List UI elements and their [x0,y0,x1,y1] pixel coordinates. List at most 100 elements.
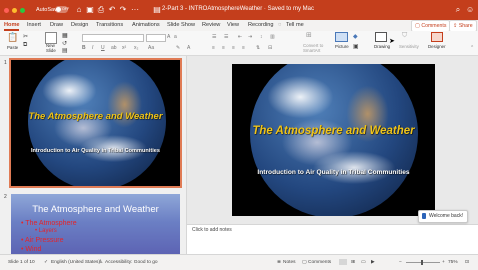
save-icon[interactable]: ▣ [86,6,94,14]
close-window-button[interactable] [4,8,9,13]
decrease-indent-icon[interactable]: ⇤ [238,34,242,40]
comments-status-icon[interactable]: ▢ [302,260,307,265]
shapes-icon[interactable]: ◆ [353,33,358,41]
slide-subtitle[interactable]: Introduction to Air Quality in Tribal Co… [232,169,435,176]
drawing-button[interactable]: Drawing [374,44,390,49]
justify-icon[interactable]: ≡ [242,45,245,51]
numbering-icon[interactable]: ☰ [224,34,228,40]
tab-recording[interactable]: Recording [248,20,274,31]
search-icon[interactable]: ⌕ [454,6,462,14]
document-icon: ▤ [153,5,161,14]
slide-number: 2 [4,194,7,200]
accessibility-status[interactable]: Accessibility: Good to go [105,260,158,265]
clipboard-icon[interactable]: 📋 [7,33,18,43]
italic-icon[interactable]: I [92,45,93,51]
collapse-ribbon-icon[interactable]: ⌃ [470,45,474,51]
tab-transitions[interactable]: Transitions [96,20,123,31]
redo-icon[interactable]: ↷ [119,6,127,14]
tab-draw[interactable]: Draw [50,20,63,31]
drawing-icon[interactable] [375,32,387,42]
zoom-in-icon[interactable]: + [442,260,445,265]
sensitivity-icon[interactable]: ⛉ [402,32,407,40]
columns-icon[interactable]: ▥ [270,34,275,40]
slide-thumbnail-1[interactable]: The Atmosphere and Weather Introduction … [9,58,182,188]
font-name-field[interactable] [82,34,144,42]
section-icon[interactable]: ▤ [62,47,68,55]
underline-icon[interactable]: U [101,45,105,51]
designer-icon[interactable] [431,32,443,42]
slide-sorter-icon[interactable]: ⊞ [351,260,355,265]
layout-icon[interactable]: ▦ [62,32,68,40]
undo-icon[interactable]: ↶ [108,6,116,14]
tab-animations[interactable]: Animations [132,20,160,31]
subscript-icon[interactable]: x² [122,45,126,51]
zoom-slider-thumb[interactable] [421,260,423,265]
tab-slide-show[interactable]: Slide Show [167,20,195,31]
autosave-state: OFF [62,7,70,11]
increase-indent-icon[interactable]: ⇥ [248,34,252,40]
tab-view[interactable]: View [227,20,239,31]
slide-title[interactable]: The Atmosphere and Weather [232,125,435,137]
fit-slide-icon[interactable]: ⊡ [465,260,469,265]
tab-review[interactable]: Review [202,20,220,31]
paste-button[interactable]: Paste [7,45,18,50]
earth-image [250,64,418,216]
language-indicator[interactable]: English (United States) [51,260,100,265]
slideshow-icon[interactable]: ▶ [371,260,375,265]
slide-thumbnail-2[interactable]: The Atmosphere and Weather • The Atmosph… [11,194,180,256]
sensitivity-button[interactable]: Sensitivity [399,44,419,49]
accessibility-icon[interactable]: ♿ [99,260,103,265]
comments-status-button[interactable]: Comments [308,260,331,265]
picture-icon[interactable] [335,32,348,42]
superscript-icon[interactable]: x₂ [134,45,138,51]
convert-smartart-button[interactable]: Convert to SmartArt [303,43,323,53]
align-right-icon[interactable]: ≡ [232,45,235,51]
title-bar: AutoSave OFF ⌂ ▣ ⎙ ↶ ↷ ··· ▤ 2-Part 3 - … [0,0,478,20]
normal-view-icon[interactable] [339,259,347,265]
welcome-text: Welcome back! [429,213,464,219]
notes-icon[interactable]: ≣ [277,260,281,265]
picture-button[interactable]: Picture [335,44,349,49]
account-icon[interactable]: ☺ [466,6,474,14]
grow-font-icon[interactable]: A [167,34,170,40]
clear-format-icon[interactable]: Aa [148,45,154,51]
spelling-icon[interactable]: ✓ [44,260,48,265]
smartart-icon[interactable]: ⊞ [306,32,312,40]
welcome-toast[interactable]: Welcome back! [418,210,468,223]
bullets-icon[interactable]: ☰ [212,34,216,40]
line-spacing-icon[interactable]: ↕ [260,34,263,40]
text-direction-icon[interactable]: ⇅ [256,45,260,51]
current-slide[interactable]: The Atmosphere and Weather Introduction … [232,64,435,216]
notes-placeholder[interactable]: Click to add notes [192,227,232,233]
strikethrough-icon[interactable]: ab [111,45,117,51]
align-text-icon[interactable]: ⊟ [268,45,272,51]
autosave-toggle[interactable]: OFF [55,6,70,13]
font-color-icon[interactable]: A [187,45,190,51]
designer-button[interactable]: Designer [428,44,446,49]
zoom-out-icon[interactable]: − [399,260,402,265]
notes-button[interactable]: Notes [283,260,296,265]
align-center-icon[interactable]: ≡ [222,45,225,51]
zoom-window-button[interactable] [20,8,25,13]
bold-icon[interactable]: B [82,45,86,51]
align-left-icon[interactable]: ≡ [212,45,215,51]
zoom-slider[interactable] [406,262,440,263]
textbox-icon[interactable]: ▣ [353,43,359,51]
ribbon-tabs: Home Insert Draw Design Transitions Anim… [0,20,478,31]
highlight-icon[interactable]: ✎ [176,45,180,51]
shrink-font-icon[interactable]: a [174,34,177,40]
minimize-window-button[interactable] [12,8,17,13]
new-slide-button[interactable]: New Slide [46,43,56,53]
more-icon[interactable]: ··· [131,6,139,14]
tab-design[interactable]: Design [71,20,88,31]
font-size-field[interactable] [146,34,166,42]
zoom-level[interactable]: 75% [448,260,458,265]
home-icon[interactable]: ⌂ [75,6,83,14]
copy-icon[interactable]: ⧉ [23,41,27,49]
tab-insert[interactable]: Insert [27,20,41,31]
tell-me-search[interactable]: Tell me [286,20,304,31]
reading-view-icon[interactable]: ▭ [361,260,366,265]
cut-icon[interactable]: ✂ [23,33,28,41]
print-icon[interactable]: ⎙ [97,6,105,14]
slide-title: The Atmosphere and Weather [32,204,159,215]
